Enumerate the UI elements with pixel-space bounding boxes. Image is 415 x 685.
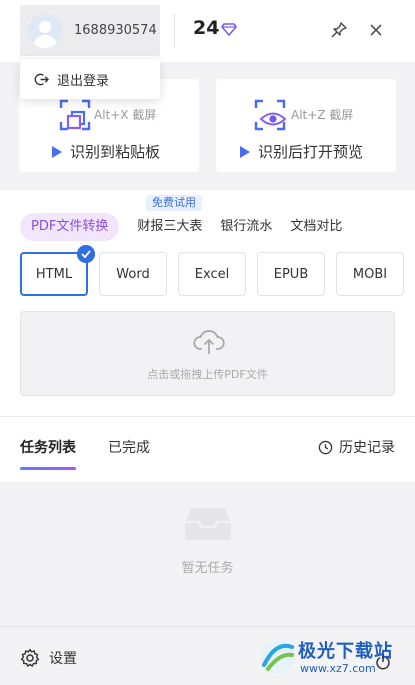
tab-completed[interactable]: 已完成 (108, 437, 150, 457)
tile-hotkey: Alt+Z 截屏 (291, 108, 354, 122)
conversion-tabs: PDF文件转换 财报三大表 银行流水 文档对比 (20, 213, 360, 241)
tab-task-list[interactable]: 任务列表 (20, 437, 76, 457)
format-excel[interactable]: Excel (178, 252, 246, 296)
avatar (28, 13, 62, 48)
header-divider (174, 14, 175, 48)
watermark-url: www.xz7.com (300, 662, 376, 675)
tile-action: 识别后打开预览 (240, 141, 363, 162)
upload-dropzone[interactable]: 点击或拖拽上传PDF文件 (20, 311, 395, 396)
clock-icon (318, 440, 333, 454)
gem-icon (221, 23, 237, 36)
format-label: MOBI (352, 266, 388, 282)
play-icon (52, 145, 62, 158)
aurora-logo-icon (261, 640, 295, 674)
format-epub[interactable]: EPUB (257, 252, 325, 296)
empty-state-text: 暂无任务 (181, 561, 234, 576)
settings-label: 设置 (49, 651, 77, 667)
tile-action-label: 识别后打开预览 (258, 143, 364, 161)
task-list: 暂无任务 (0, 482, 415, 626)
points-count: 24 (193, 17, 220, 39)
free-trial-badge: 免费试用 (146, 195, 202, 211)
play-icon (240, 145, 250, 158)
upload-hint: 点击或拖拽上传PDF文件 (147, 368, 268, 381)
pin-icon[interactable] (330, 21, 348, 39)
tab-document-compare[interactable]: 文档对比 (290, 213, 342, 241)
active-tab-indicator (20, 467, 76, 470)
history-button[interactable]: 历史记录 (318, 437, 395, 457)
logout-label: 退出登录 (57, 73, 110, 89)
tab-bank-statements[interactable]: 银行流水 (220, 213, 272, 241)
tile-action-label: 识别到粘贴板 (70, 143, 161, 161)
user-chip[interactable]: 1688930574 (20, 5, 160, 56)
screenshot-icon (59, 99, 91, 131)
history-label: 历史记录 (339, 440, 395, 456)
power-icon[interactable] (375, 654, 391, 670)
conversion-panel: 免费试用 PDF文件转换 财报三大表 银行流水 文档对比 HTML Word E… (0, 190, 415, 416)
format-html[interactable]: HTML (20, 245, 95, 296)
cloud-upload-icon (193, 330, 225, 354)
tab-pdf-convert[interactable]: PDF文件转换 (20, 213, 120, 241)
tab-financial-statements[interactable]: 财报三大表 (137, 213, 202, 241)
settings-button[interactable]: 设置 (20, 648, 77, 668)
close-icon[interactable] (368, 22, 384, 38)
task-tabs: 任务列表 已完成 历史记录 (0, 416, 415, 482)
username: 1688930574 (74, 23, 157, 38)
format-label: EPUB (273, 266, 309, 282)
logout-icon (34, 73, 49, 85)
format-label: HTML (35, 266, 73, 282)
format-label: Excel (194, 266, 230, 282)
screenshot-eye-icon (254, 99, 286, 131)
gear-icon (20, 648, 40, 667)
format-mobi[interactable]: MOBI (336, 252, 404, 296)
check-icon (77, 245, 95, 263)
format-options: HTML Word Excel EPUB MOBI (20, 245, 404, 296)
ocr-and-preview-tile[interactable]: Alt+Z 截屏 识别后打开预览 (216, 79, 396, 172)
tile-action: 识别到粘贴板 (52, 141, 160, 162)
logout-menu-item[interactable]: 退出登录 (20, 59, 160, 99)
footer: 设置 极光下载站 www.xz7.com (0, 626, 415, 685)
format-label: Word (116, 266, 150, 282)
inbox-icon (185, 508, 231, 540)
format-word[interactable]: Word (99, 252, 167, 296)
header: 1688930574 24 (0, 0, 415, 62)
tile-hotkey: Alt+X 截屏 (94, 108, 157, 122)
